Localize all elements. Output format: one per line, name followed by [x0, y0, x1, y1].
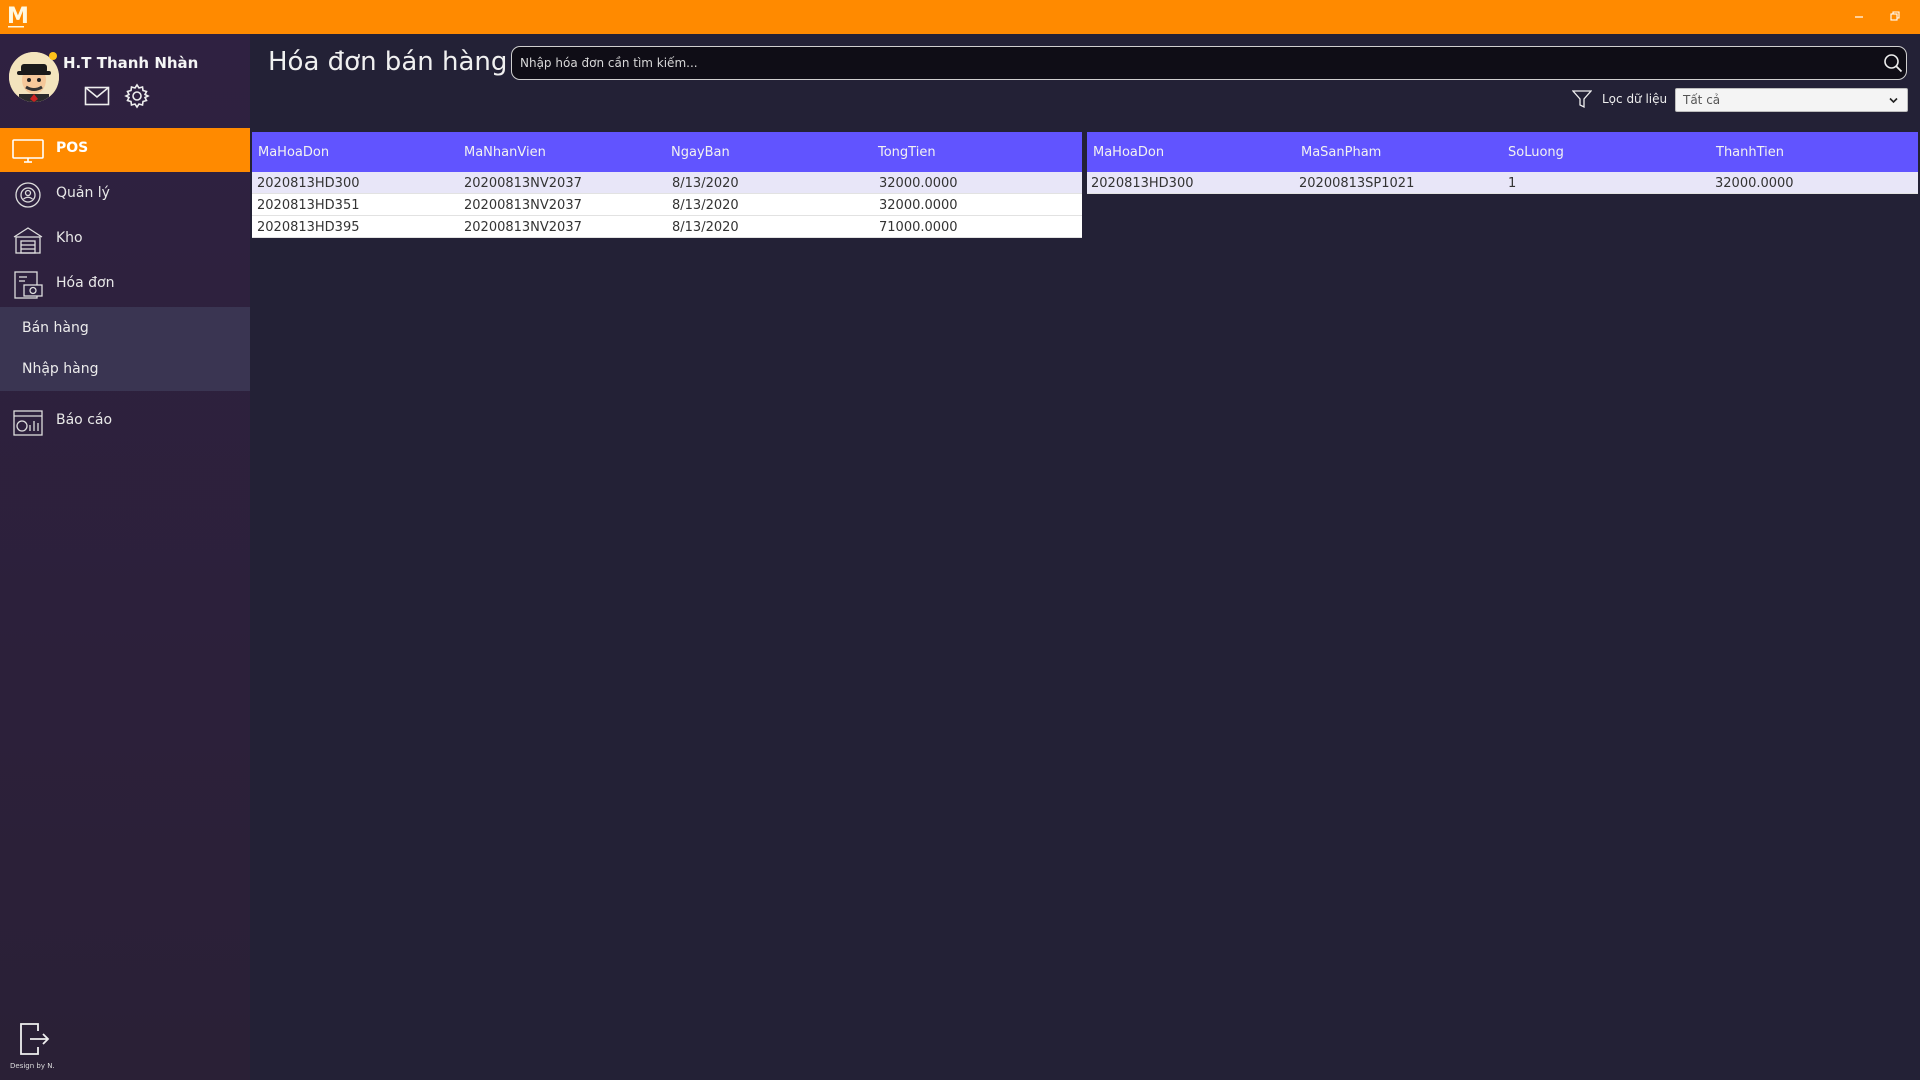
table-header: MaHoaDon MaNhanVien NgayBan TongTien — [252, 132, 1082, 172]
table-cell: 20200813NV2037 — [464, 220, 582, 235]
sidebar-item-label: Hóa đơn — [56, 275, 115, 291]
sidebar-item-hoa-don[interactable]: Hóa đơn — [0, 263, 250, 307]
table-row[interactable]: 2020813HD300 20200813SP1021 1 32000.0000 — [1087, 172, 1918, 194]
column-header[interactable]: ThanhTien — [1716, 145, 1784, 160]
report-icon — [13, 410, 43, 436]
column-header[interactable]: MaNhanVien — [464, 145, 546, 160]
user-profile: H.T Thanh Nhàn — [0, 34, 250, 128]
design-credit: Design by N. — [10, 1062, 55, 1070]
sidebar-item-label: POS — [56, 140, 89, 156]
sidebar-item-pos[interactable]: POS — [0, 128, 250, 172]
submenu-item-label: Nhập hàng — [22, 361, 99, 377]
logout-icon[interactable] — [18, 1021, 50, 1057]
svg-text:M: M — [7, 4, 27, 29]
sidebar: H.T Thanh Nhàn POS Quản lý Kho Hóa đơn B… — [0, 34, 250, 1080]
filter-selected-value: Tất cả — [1683, 93, 1721, 107]
table-header: MaHoaDon MaSanPham SoLuong ThanhTien — [1087, 132, 1918, 172]
table-cell: 20200813SP1021 — [1299, 176, 1415, 191]
table-row[interactable]: 2020813HD395 20200813NV2037 8/13/2020 71… — [252, 216, 1082, 238]
search-icon[interactable] — [1883, 53, 1903, 73]
column-header[interactable]: NgayBan — [671, 145, 730, 160]
table-cell: 8/13/2020 — [672, 198, 739, 213]
table-cell: 20200813NV2037 — [464, 198, 582, 213]
submenu-item-ban-hang[interactable]: Bán hàng — [0, 309, 250, 349]
table-cell: 32000.0000 — [1715, 176, 1794, 191]
filter-dropdown[interactable]: Tất cả — [1675, 88, 1908, 112]
filter-label: Lọc dữ liệu — [1602, 92, 1668, 106]
submenu-item-nhap-hang[interactable]: Nhập hàng — [0, 350, 250, 390]
table-row[interactable]: 2020813HD351 20200813NV2037 8/13/2020 32… — [252, 194, 1082, 216]
table-cell: 2020813HD300 — [1091, 176, 1194, 191]
title-bar: M — [0, 0, 1920, 34]
table-cell: 8/13/2020 — [672, 220, 739, 235]
submenu-item-label: Bán hàng — [22, 320, 89, 336]
table-row[interactable]: 2020813HD300 20200813NV2037 8/13/2020 32… — [252, 172, 1082, 194]
column-header[interactable]: TongTien — [878, 145, 936, 160]
table-cell: 8/13/2020 — [672, 176, 739, 191]
table-cell: 20200813NV2037 — [464, 176, 582, 191]
sidebar-item-bao-cao[interactable]: Báo cáo — [0, 400, 250, 444]
sidebar-item-label: Kho — [56, 230, 83, 246]
user-name: H.T Thanh Nhàn — [63, 54, 199, 72]
page-title: Hóa đơn bán hàng — [268, 47, 508, 77]
sidebar-item-label: Quản lý — [56, 185, 110, 201]
column-header[interactable]: MaHoaDon — [258, 145, 329, 160]
restore-icon[interactable] — [1888, 9, 1902, 23]
search-input[interactable] — [520, 53, 1860, 73]
chevron-down-icon — [1889, 97, 1898, 104]
column-header[interactable]: MaSanPham — [1301, 145, 1381, 160]
gear-icon[interactable] — [124, 83, 150, 109]
filter-icon — [1572, 90, 1592, 109]
table-cell: 32000.0000 — [879, 176, 958, 191]
warehouse-icon — [13, 227, 43, 254]
invoices-table: MaHoaDon MaNhanVien NgayBan TongTien 202… — [252, 132, 1082, 238]
invoice-details-table: MaHoaDon MaSanPham SoLuong ThanhTien 202… — [1087, 132, 1918, 194]
table-cell: 71000.0000 — [879, 220, 958, 235]
sidebar-item-quan-ly[interactable]: Quản lý — [0, 173, 250, 217]
search-box — [511, 46, 1907, 80]
invoice-submenu: Bán hàng Nhập hàng — [0, 307, 250, 391]
online-status-dot — [49, 52, 57, 60]
table-cell: 32000.0000 — [879, 198, 958, 213]
settings-cog-icon — [15, 182, 41, 208]
monitor-icon — [12, 139, 44, 163]
column-header[interactable]: SoLuong — [1508, 145, 1564, 160]
minimize-icon[interactable] — [1852, 9, 1866, 23]
app-logo-icon: M — [7, 4, 27, 29]
sidebar-item-label: Báo cáo — [56, 412, 113, 428]
table-cell: 2020813HD395 — [257, 220, 360, 235]
table-cell: 1 — [1508, 176, 1517, 191]
table-cell: 2020813HD351 — [257, 198, 360, 213]
column-header[interactable]: MaHoaDon — [1093, 145, 1164, 160]
invoice-icon — [14, 271, 43, 299]
table-cell: 2020813HD300 — [257, 176, 360, 191]
sidebar-item-kho[interactable]: Kho — [0, 218, 250, 262]
mail-icon[interactable] — [84, 86, 110, 106]
